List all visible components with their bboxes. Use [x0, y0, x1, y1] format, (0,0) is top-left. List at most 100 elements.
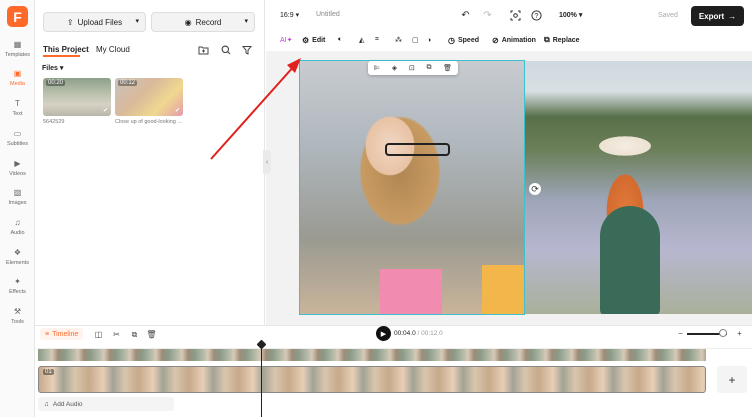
rail-images[interactable]: ▨ Images [0, 186, 35, 214]
active-tab-indicator [43, 55, 80, 57]
upload-files-button[interactable]: ⇪ Upload Files ▾ [43, 12, 146, 32]
media-duration: 00:12 [118, 80, 138, 86]
left-rail: F ▦ Templates ▣ Media T Text ▭ Subtitles… [0, 0, 35, 417]
app-logo[interactable]: F [7, 6, 28, 27]
edit-button[interactable]: ⚙ Edit [302, 33, 325, 47]
media-caption: Close up of good-looking ... [115, 119, 182, 125]
add-audio-label: Add Audio [52, 400, 83, 408]
media-thumbnail[interactable]: 00:20 ✔ [43, 78, 111, 116]
aspect-ratio-select[interactable]: 16:9 ▾ [280, 11, 299, 19]
add-clip-button[interactable]: + [717, 366, 747, 393]
check-icon: ✔ [102, 108, 108, 114]
copy-icon[interactable]: ⧉ [129, 329, 140, 340]
clip-label: 01 [43, 369, 54, 375]
rail-effects[interactable]: ✦ Effects [0, 275, 35, 303]
edit-label: Edit [312, 36, 326, 44]
time-display: 00:04.0 / 00:12.0 [394, 330, 443, 337]
overlay-track-clip[interactable] [38, 349, 706, 361]
rail-label: Subtitles [6, 141, 29, 147]
crop-icon[interactable]: ⌗ [375, 33, 379, 47]
rail-label: Templates [4, 52, 31, 58]
border-icon[interactable]: ▢ [412, 33, 419, 47]
zoom-out-icon[interactable]: − [675, 328, 686, 339]
undo-icon[interactable]: ↶ [459, 9, 472, 22]
align-icon[interactable]: ⊫ [374, 64, 380, 72]
selection-frame[interactable] [299, 60, 525, 315]
rail-videos[interactable]: ▶ Videos [0, 157, 35, 185]
redo-icon[interactable]: ↷ [481, 9, 494, 22]
speed-button[interactable]: ◷ Speed [448, 33, 479, 47]
replace-icon: ⧉ [544, 35, 550, 44]
subtitles-icon: ▭ [13, 128, 22, 138]
rail-label: Tools [11, 319, 24, 325]
help-icon[interactable]: ? [530, 9, 543, 22]
elements-icon: ❖ [13, 247, 22, 257]
flip-icon[interactable]: ◭ [359, 33, 364, 47]
rail-media[interactable]: ▣ Media [0, 67, 35, 95]
audio-icon: ♫ [44, 400, 49, 408]
edit-toolbar: AI ✦ ⚙ Edit 🔈︎ ◭ ⌗ ⁂ ▢ ◑ ◷ Speed ⊘ Animat… [272, 30, 592, 50]
animation-icon: ⊘ [492, 35, 499, 45]
record-icon: ◉ [184, 17, 192, 27]
check-icon: ✔ [174, 108, 180, 114]
record-button[interactable]: ◉ Record ▾ [151, 12, 255, 32]
replace-button[interactable]: ⧉ Replace [544, 33, 580, 47]
tab-my-cloud[interactable]: My Cloud [96, 45, 130, 54]
upload-label: Upload Files [77, 17, 123, 27]
rail-label: Images [8, 200, 27, 206]
unlock-icon[interactable]: ⊡ [409, 64, 415, 72]
rail-tools[interactable]: ⚒ Tools [0, 305, 35, 333]
delete-icon[interactable]: 🗑︎ [443, 64, 452, 72]
timeline-zoom-handle[interactable] [719, 329, 727, 337]
add-audio-button[interactable]: ♫ Add Audio [38, 397, 174, 411]
duplicate-icon[interactable]: ⧉ [426, 64, 431, 72]
chevron-down-icon: ▾ [59, 65, 64, 72]
ai-tools-button[interactable]: AI ✦ [280, 33, 293, 47]
delete-icon[interactable]: 🗑︎ [146, 329, 157, 340]
tools-icon: ⚒ [13, 306, 22, 316]
templates-icon: ▦ [13, 39, 22, 49]
volume-icon[interactable]: 🔈︎ [338, 33, 342, 47]
video-clip-woman-field[interactable] [525, 61, 752, 314]
rail-elements[interactable]: ❖ Elements [0, 246, 35, 274]
screenshot-icon[interactable] [509, 9, 522, 22]
annotation-arrow [210, 58, 301, 160]
zoom-select[interactable]: 100% ▾ [559, 11, 582, 19]
export-button[interactable]: Export → [691, 6, 744, 26]
rail-label: Media [10, 81, 25, 87]
media-icon: ▣ [13, 68, 22, 78]
total-time: / 00:12.0 [417, 330, 443, 337]
rotate-icon[interactable]: ⟳ [529, 183, 541, 195]
chevron-down-icon[interactable]: ▾ [135, 17, 139, 25]
files-label-text: Files [42, 65, 58, 72]
media-thumbnail[interactable]: 00:12 ✔ [115, 78, 183, 116]
floating-toolbar: ⊫ ◈ ⊡ ⧉ 🗑︎ [368, 61, 458, 75]
tab-this-project[interactable]: This Project [43, 45, 89, 54]
rail-audio[interactable]: ♫ Audio [0, 216, 35, 244]
sliders-icon: ⚙ [302, 35, 310, 45]
chevron-down-icon[interactable]: ▾ [244, 17, 248, 25]
rail-text[interactable]: T Text [0, 97, 35, 125]
layers-icon[interactable]: ◈ [392, 64, 397, 72]
chevron-down-icon: ▾ [295, 12, 300, 19]
rail-templates[interactable]: ▦ Templates [0, 38, 35, 66]
main-track-clip[interactable]: 01 [38, 366, 706, 393]
top-toolbar: 16:9 ▾ Untitled ↶ ↷ ? 100% ▾ Saved Expor… [266, 0, 752, 31]
project-title[interactable]: Untitled [316, 11, 340, 18]
magic-wand-icon[interactable]: ⁂ [395, 33, 402, 47]
export-label: Export [698, 11, 725, 21]
playhead[interactable] [261, 343, 262, 417]
images-icon: ▨ [13, 187, 22, 197]
split-icon[interactable]: ◫ [93, 329, 104, 340]
play-button[interactable]: ▶ [376, 326, 391, 341]
cut-icon[interactable]: ✂ [111, 329, 122, 340]
animation-button[interactable]: ⊘ Animation [492, 33, 536, 47]
timeline-toggle-button[interactable]: ≡ Timeline [40, 328, 84, 340]
files-section-label[interactable]: Files ▾ [42, 64, 63, 72]
chevron-down-icon: ▾ [578, 12, 583, 19]
rail-label: Elements [6, 260, 29, 266]
zoom-in-icon[interactable]: + [734, 328, 745, 339]
timeline-panel: ≡ Timeline ◫ ✂ ⧉ 🗑︎ ▶ 00:04.0 / 00:12.0 … [35, 325, 752, 417]
opacity-icon[interactable]: ◑ [427, 33, 431, 47]
rail-subtitles[interactable]: ▭ Subtitles [0, 127, 35, 155]
